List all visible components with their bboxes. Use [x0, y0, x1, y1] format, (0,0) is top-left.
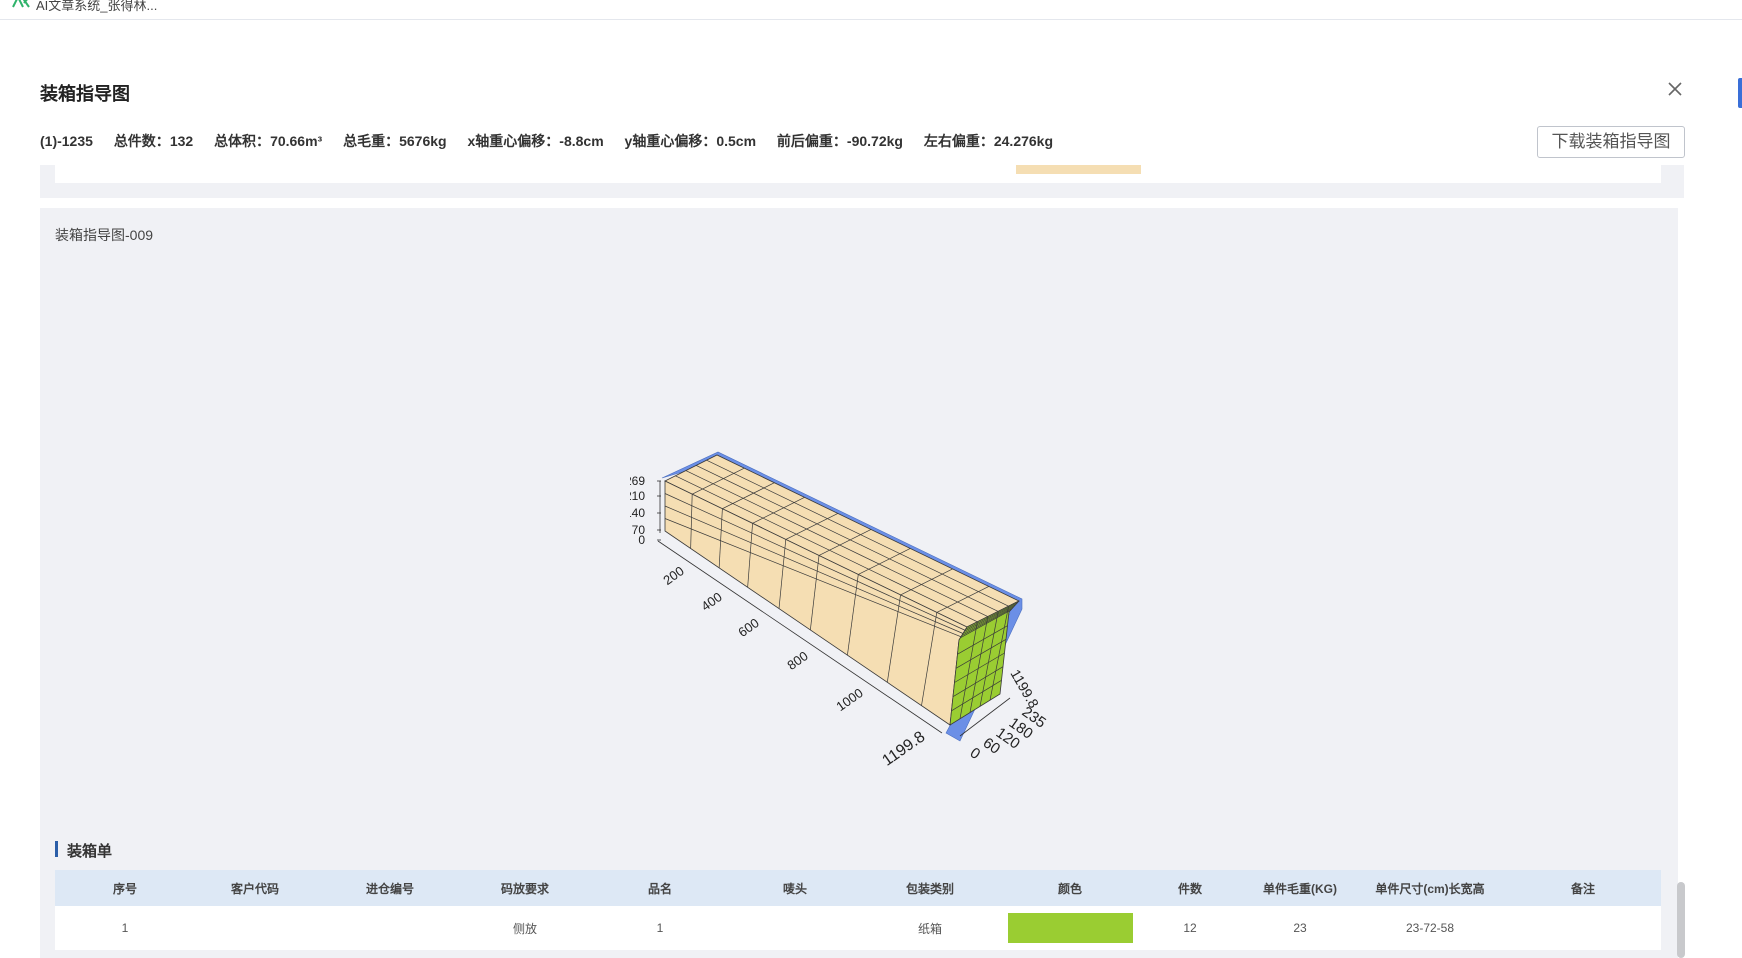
cell-package: 纸箱: [855, 906, 1005, 950]
guide-caption: 装箱指导图-009: [55, 227, 154, 243]
cell-qty: 12: [1135, 906, 1245, 950]
col-color: 颜色: [1005, 870, 1135, 906]
summary-x-offset: x轴重心偏移：-8.8cm: [467, 133, 604, 149]
col-stacking: 码放要求: [465, 870, 585, 906]
col-product: 品名: [585, 870, 735, 906]
container-3d-diagram[interactable]: 26921014070020040060080010001199.8060120…: [630, 403, 1170, 783]
z-tick-label: 140: [630, 506, 645, 520]
table-row[interactable]: 1 侧放 1 纸箱 12 23 23-72-58: [55, 906, 1661, 950]
summary-total-volume: 总体积：70.66m³: [214, 133, 323, 149]
z-tick-label: 269: [630, 474, 645, 488]
cell-color: [1005, 906, 1135, 950]
cell-seq: 1: [55, 906, 195, 950]
col-remark: 备注: [1505, 870, 1661, 906]
dialog-title: 装箱指导图: [40, 84, 130, 104]
x-tick-label: 600: [735, 615, 761, 640]
summary-total-pieces: 总件数：132: [113, 133, 194, 149]
x-tick-label: 400: [698, 589, 724, 614]
summary-left-right-weight: 左右偏重：24.276kg: [923, 133, 1054, 149]
packing-list-title: 装箱单: [55, 840, 112, 861]
x-tick-label: 1199.8: [879, 728, 928, 769]
table-header-row: 序号 客户代码 进仓编号 码放要求 品名 唛头 包装类别 颜色 件数 单件毛重(…: [55, 870, 1661, 906]
packing-list-table: 序号 客户代码 进仓编号 码放要求 品名 唛头 包装类别 颜色 件数 单件毛重(…: [55, 870, 1661, 950]
cell-stacking: 侧放: [465, 906, 585, 950]
z-tick-label: 210: [630, 489, 645, 503]
x-tick-label: 1000: [833, 685, 865, 714]
col-unit-weight: 单件毛重(KG): [1245, 870, 1355, 906]
app-logo-icon: [12, 0, 30, 8]
download-guide-button[interactable]: 下载装箱指导图: [1537, 126, 1685, 158]
col-mark: 唛头: [735, 870, 855, 906]
summary-bar: (1)-1235 总件数：132 总体积：70.66m³ 总毛重：5676kg …: [40, 131, 1070, 151]
cell-mark: [735, 906, 855, 950]
z-tick-label: 0: [638, 533, 645, 547]
col-package: 包装类别: [855, 870, 1005, 906]
cell-warehouse-no: [315, 906, 465, 950]
vertical-scrollbar[interactable]: [1677, 882, 1685, 958]
previous-table-row: [55, 165, 1661, 183]
depth-label: 1199.8: [1007, 667, 1042, 711]
summary-front-back-weight: 前后偏重：-90.72kg: [776, 133, 903, 149]
close-button[interactable]: [1666, 80, 1684, 98]
x-tick-label: 800: [784, 648, 810, 673]
summary-order-no: (1)-1235: [40, 133, 93, 149]
cell-remark: [1505, 906, 1661, 950]
close-icon: [1668, 82, 1682, 96]
x-tick-label: 200: [660, 563, 686, 588]
col-warehouse-no: 进仓编号: [315, 870, 465, 906]
side-drawer-tab[interactable]: [1738, 78, 1742, 108]
summary-y-offset: y轴重心偏移：0.5cm: [624, 133, 757, 149]
col-size: 单件尺寸(cm)长宽高: [1355, 870, 1505, 906]
app-title: AI文章系统_张得林...: [36, 0, 158, 13]
cell-size: 23-72-58: [1355, 906, 1505, 950]
panel-separator: [40, 198, 1678, 208]
guide-panel: 装箱指导图-009 269210140700200400600800100011…: [40, 208, 1678, 958]
col-customer: 客户代码: [195, 870, 315, 906]
previous-panel-remnant: [40, 165, 1684, 198]
summary-total-weight: 总毛重：5676kg: [343, 133, 447, 149]
col-qty: 件数: [1135, 870, 1245, 906]
color-swatch: [1007, 913, 1133, 943]
previous-color-swatch: [1016, 165, 1141, 174]
cell-product: 1: [585, 906, 735, 950]
cell-customer: [195, 906, 315, 950]
window-titlebar: AI文章系统_张得林...: [0, 0, 1742, 20]
cell-unit-weight: 23: [1245, 906, 1355, 950]
col-seq: 序号: [55, 870, 195, 906]
